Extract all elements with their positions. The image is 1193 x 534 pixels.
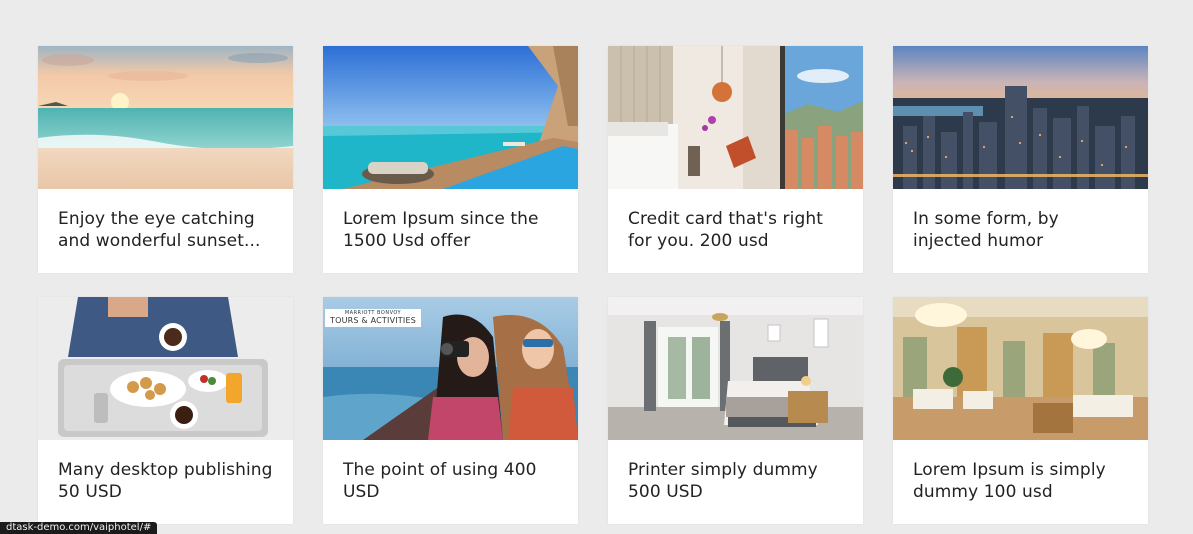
offer-caption[interactable]: Many desktop publishing 50 USD bbox=[38, 440, 293, 503]
offer-caption[interactable]: In some form, by injected humor bbox=[893, 189, 1148, 252]
breakfast-tray-image[interactable] bbox=[38, 297, 293, 440]
infinity-pool-image[interactable] bbox=[323, 46, 578, 189]
tours-activities-logo: MARRIOTT BONVOY TOURS & ACTIVITIES bbox=[325, 309, 421, 327]
ballroom-dining-image[interactable] bbox=[893, 297, 1148, 440]
offer-caption[interactable]: Lorem Ipsum since the 1500 Usd offer bbox=[323, 189, 578, 252]
offer-card[interactable]: Printer simply dummy 500 USD bbox=[608, 297, 863, 524]
offer-caption[interactable]: Credit card that's right for you. 200 us… bbox=[608, 189, 863, 252]
offer-card[interactable]: Enjoy the eye catching and wonderful sun… bbox=[38, 46, 293, 273]
city-skyline-image[interactable] bbox=[893, 46, 1148, 189]
status-bar-url: dtask-demo.com/vaiphotel/# bbox=[0, 522, 158, 534]
hotel-room-city-view-image[interactable] bbox=[608, 46, 863, 189]
offer-card[interactable]: MARRIOTT BONVOY TOURS & ACTIVITIES The p… bbox=[323, 297, 578, 524]
offer-caption[interactable]: Lorem Ipsum is simply dummy 100 usd bbox=[893, 440, 1148, 503]
hotel-bedroom-image[interactable] bbox=[608, 297, 863, 440]
offer-card[interactable]: Credit card that's right for you. 200 us… bbox=[608, 46, 863, 273]
offer-card[interactable]: Lorem Ipsum since the 1500 Usd offer bbox=[323, 46, 578, 273]
beach-sunset-image[interactable] bbox=[38, 46, 293, 189]
offer-caption[interactable]: The point of using 400 USD bbox=[323, 440, 578, 503]
offer-card[interactable]: In some form, by injected humor bbox=[893, 46, 1148, 273]
offer-caption[interactable]: Printer simply dummy 500 USD bbox=[608, 440, 863, 503]
offer-card[interactable]: Lorem Ipsum is simply dummy 100 usd bbox=[893, 297, 1148, 524]
offers-grid: Enjoy the eye catching and wonderful sun… bbox=[38, 46, 1148, 524]
offer-caption[interactable]: Enjoy the eye catching and wonderful sun… bbox=[38, 189, 293, 252]
offer-card[interactable]: Many desktop publishing 50 USD bbox=[38, 297, 293, 524]
tourists-camera-image[interactable]: MARRIOTT BONVOY TOURS & ACTIVITIES bbox=[323, 297, 578, 440]
